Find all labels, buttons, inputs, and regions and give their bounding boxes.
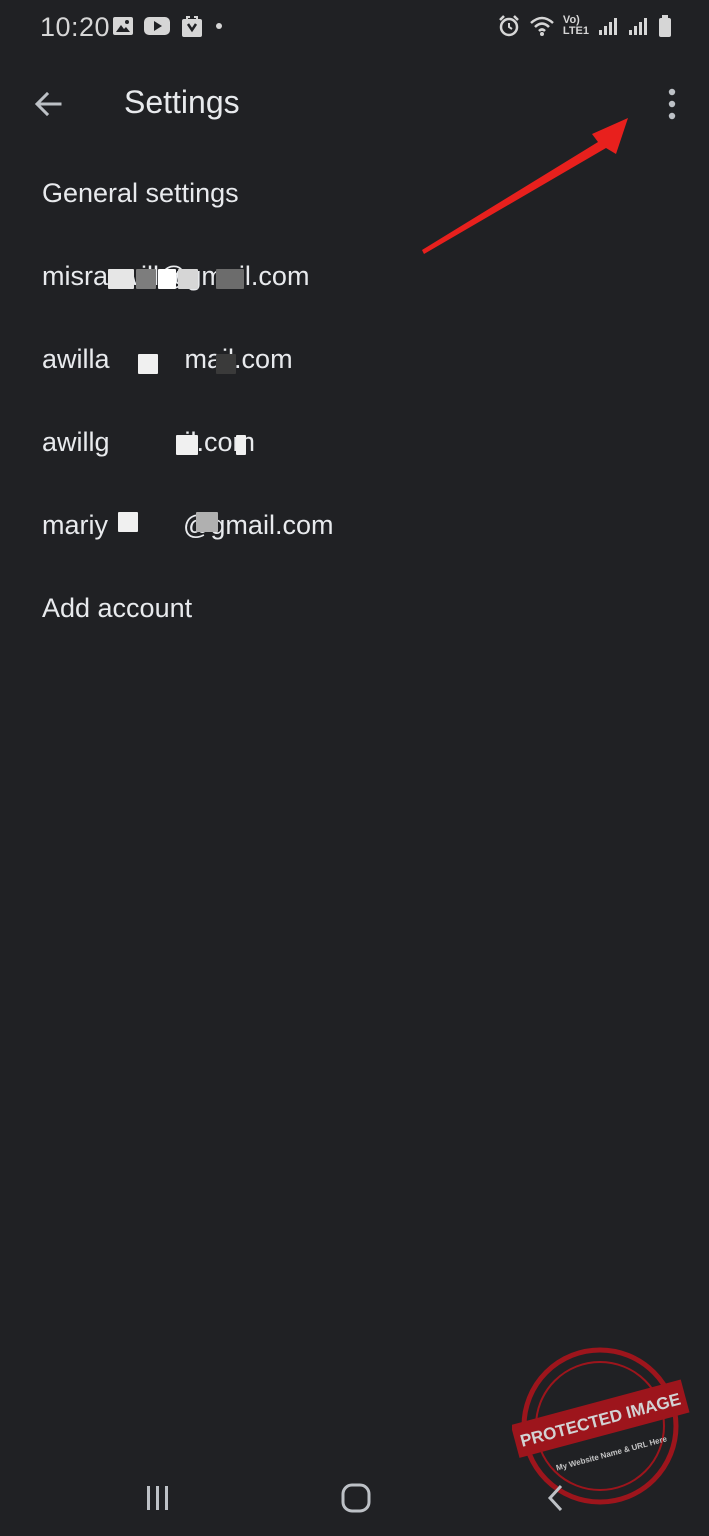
- redaction-mark: [158, 269, 176, 289]
- redaction-mark: [138, 354, 158, 374]
- account-email-label: mariy @gmail.com: [42, 510, 334, 540]
- status-left-icons: [112, 14, 224, 38]
- general-settings-label: General settings: [42, 178, 239, 208]
- status-time: 10:20: [40, 12, 111, 42]
- settings-screen: 10:20 Vo) LTE1 Settings General settings…: [0, 0, 709, 1536]
- add-account-label: Add account: [42, 593, 193, 623]
- nav-back-icon: [547, 1484, 563, 1512]
- redaction-mark: [178, 269, 198, 289]
- page-title: Settings: [124, 84, 240, 120]
- navigation-bar: [0, 1456, 709, 1536]
- redaction-mark: [118, 512, 138, 532]
- account-email-label: awillg il.com: [42, 427, 256, 457]
- account-item[interactable]: awillg il.com: [0, 401, 709, 484]
- gallery-icon: [113, 17, 133, 35]
- more-vert-icon: [668, 88, 676, 120]
- signal-icon: [629, 18, 647, 35]
- youtube-icon: [144, 17, 170, 35]
- more-options-button[interactable]: [646, 78, 698, 130]
- recents-button[interactable]: [132, 1472, 184, 1524]
- redaction-mark: [136, 269, 156, 289]
- redaction-mark: [196, 512, 218, 532]
- volte-bottom-text: LTE1: [562, 25, 589, 37]
- redaction-mark: [108, 269, 134, 289]
- status-bar: 10:20 Vo) LTE1: [0, 0, 709, 56]
- account-item[interactable]: awilla mail.com: [0, 318, 709, 401]
- alarm-icon: [499, 15, 519, 37]
- annotation-arrow: [422, 118, 628, 254]
- signal-icon: [599, 18, 617, 35]
- recents-icon: [147, 1486, 168, 1510]
- battery-icon: [659, 15, 671, 37]
- nav-back-button[interactable]: [530, 1472, 582, 1524]
- account-item[interactable]: mariy @gmail.com: [0, 484, 709, 567]
- arrow-back-icon: [34, 91, 62, 117]
- notification-dot-icon: [216, 23, 222, 29]
- back-button[interactable]: [22, 78, 74, 130]
- redaction-mark: [176, 435, 198, 455]
- home-icon: [341, 1483, 371, 1513]
- volte-icon: Vo) LTE1: [563, 15, 589, 37]
- add-account-item[interactable]: Add account: [0, 567, 709, 650]
- status-right-icons: Vo) LTE1: [497, 14, 673, 38]
- wifi-icon: [530, 16, 554, 36]
- shopping-bag-icon: [182, 16, 202, 37]
- redaction-mark: [236, 435, 246, 455]
- redaction-mark: [216, 269, 244, 289]
- redaction-mark: [216, 354, 236, 374]
- home-button[interactable]: [330, 1472, 382, 1524]
- account-email-label: awilla mail.com: [42, 344, 293, 374]
